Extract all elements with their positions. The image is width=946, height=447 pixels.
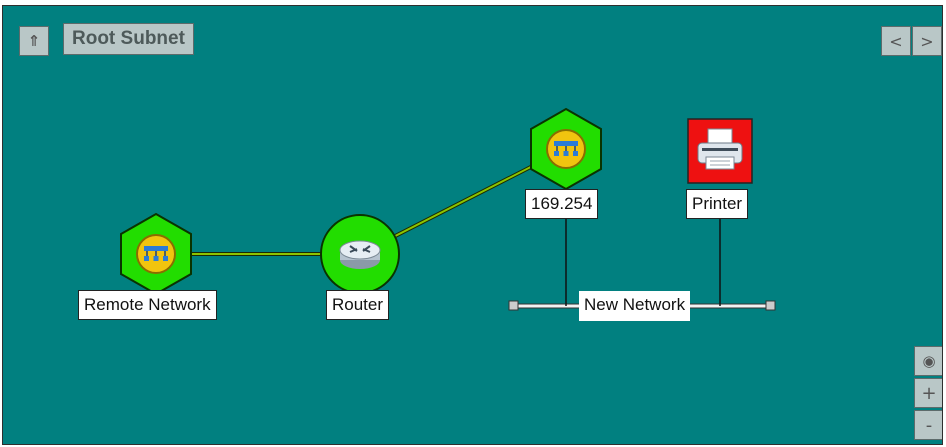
- router-icon: [339, 240, 381, 269]
- node-remote-network[interactable]: [120, 212, 192, 296]
- node-router[interactable]: [320, 214, 400, 294]
- network-map[interactable]: Remote Network Router 169.254 Printer Ne…: [2, 5, 943, 445]
- node-printer[interactable]: [687, 118, 753, 184]
- network-hub-icon: [546, 129, 586, 169]
- zoom-out-button[interactable]: -: [914, 410, 942, 440]
- label-subnet: 169.254: [525, 189, 599, 219]
- label-router: Router: [326, 290, 390, 320]
- next-button[interactable]: >: [912, 26, 942, 56]
- zoom-in-button[interactable]: +: [914, 378, 942, 408]
- previous-button[interactable]: <: [881, 26, 911, 56]
- label-new-network: New Network: [579, 291, 691, 321]
- center-view-button[interactable]: ◉: [914, 346, 942, 376]
- bus-endpoint-left[interactable]: [508, 300, 519, 311]
- page-title: Root Subnet: [63, 23, 194, 55]
- network-hub-icon: [136, 234, 176, 274]
- label-printer: Printer: [686, 189, 749, 219]
- node-subnet-169-254[interactable]: [530, 107, 602, 191]
- up-arrow-button[interactable]: ⇑: [19, 26, 49, 56]
- bus-endpoint-right[interactable]: [765, 300, 776, 311]
- network-links: [120, 107, 776, 311]
- label-remote-network: Remote Network: [78, 290, 217, 320]
